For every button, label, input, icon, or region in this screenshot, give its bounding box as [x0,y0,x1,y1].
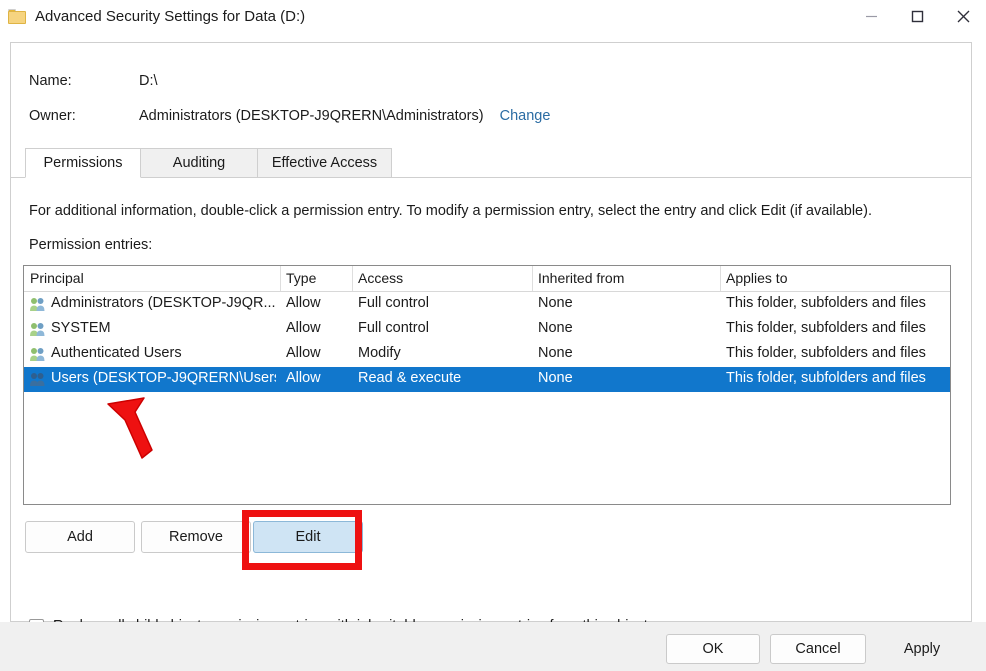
tab-effective-access[interactable]: Effective Access [257,148,392,178]
user-group-icon [29,297,46,312]
apply-button-label: Apply [904,641,940,657]
tab-permissions-label: Permissions [44,155,123,171]
folder-icon [8,9,26,24]
cell-access: Read & execute [358,370,461,386]
ok-button-label: OK [703,641,724,657]
cell-type: Allow [286,370,321,386]
cell-inherited-from: None [538,295,573,311]
remove-button-label: Remove [169,529,223,545]
add-button-label: Add [67,529,93,545]
cell-access: Full control [358,295,429,311]
cell-access: Full control [358,320,429,336]
apply-button: Apply [874,634,970,664]
table-row[interactable]: Authenticated Users Allow Modify None Th… [24,342,950,367]
remove-button[interactable]: Remove [141,521,251,553]
window-title: Advanced Security Settings for Data (D:) [35,8,305,25]
window-controls [848,0,986,32]
cancel-button-label: Cancel [795,641,840,657]
table-row[interactable]: SYSTEM Allow Full control None This fold… [24,317,950,342]
cell-applies-to: This folder, subfolders and files [726,370,926,386]
column-header-applies-to[interactable]: Applies to [726,270,787,286]
user-group-icon [29,347,46,362]
list-header: Principal Type Access Inherited from App… [24,266,950,292]
name-row: Name: D:\ [29,73,158,89]
permission-entries-list[interactable]: Principal Type Access Inherited from App… [23,265,951,505]
permission-entries-label: Permission entries: [29,237,152,253]
cell-type: Allow [286,345,321,361]
cell-type: Allow [286,295,321,311]
tab-effective-access-label: Effective Access [272,155,377,171]
column-header-type[interactable]: Type [286,270,316,286]
cell-principal: Authenticated Users [51,345,276,361]
add-button[interactable]: Add [25,521,135,553]
minimize-icon[interactable] [848,0,894,32]
name-label: Name: [29,73,139,89]
ok-button[interactable]: OK [666,634,760,664]
user-group-icon [29,372,46,387]
cell-principal: Administrators (DESKTOP-J9QR... [51,295,276,311]
cell-inherited-from: None [538,370,573,386]
tab-permissions[interactable]: Permissions [25,148,141,178]
column-header-principal[interactable]: Principal [30,270,84,286]
owner-value: Administrators (DESKTOP-J9QRERN\Administ… [139,108,484,124]
cell-type: Allow [286,320,321,336]
table-row-selected[interactable]: Users (DESKTOP-J9QRERN\Users) Allow Read… [24,367,950,392]
title-bar: Advanced Security Settings for Data (D:) [0,0,986,32]
tab-strip: Permissions Auditing Effective Access [11,148,971,178]
owner-row: Owner: Administrators (DESKTOP-J9QRERN\A… [29,108,550,124]
dialog-panel: Name: D:\ Owner: Administrators (DESKTOP… [10,42,972,622]
table-row[interactable]: Administrators (DESKTOP-J9QR... Allow Fu… [24,292,950,317]
tab-auditing-label: Auditing [173,155,225,171]
name-value: D:\ [139,73,158,89]
cell-principal: SYSTEM [51,320,276,336]
column-header-inherited-from[interactable]: Inherited from [538,270,624,286]
cell-principal: Users (DESKTOP-J9QRERN\Users) [51,370,276,386]
close-icon[interactable] [940,0,986,32]
owner-label: Owner: [29,108,139,124]
cancel-button[interactable]: Cancel [770,634,866,664]
cell-applies-to: This folder, subfolders and files [726,345,926,361]
cell-inherited-from: None [538,320,573,336]
cell-access: Modify [358,345,401,361]
cell-applies-to: This folder, subfolders and files [726,295,926,311]
cell-inherited-from: None [538,345,573,361]
edit-button-highlight-box [242,510,362,570]
cell-applies-to: This folder, subfolders and files [726,320,926,336]
change-owner-link[interactable]: Change [500,108,551,124]
maximize-icon[interactable] [894,0,940,32]
column-header-access[interactable]: Access [358,270,403,286]
tab-auditing[interactable]: Auditing [140,148,258,178]
user-group-icon [29,322,46,337]
info-text: For additional information, double-click… [29,203,872,219]
